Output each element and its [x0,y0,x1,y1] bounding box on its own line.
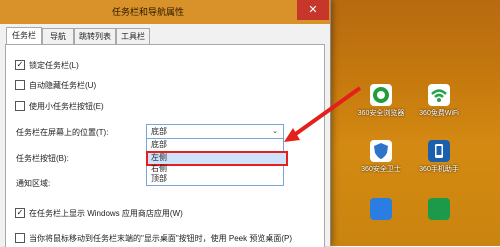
peek-checkbox[interactable] [15,233,25,243]
position-options-list: 底部 左侧 右侧 顶部 [146,138,288,186]
tab-toolbars[interactable]: 工具栏 [116,28,150,44]
tab-navigation[interactable]: 导航 [42,28,74,44]
auto-hide-option[interactable]: 自动隐藏任务栏(U) [15,79,96,91]
tab-jump-lists[interactable]: 跳转列表 [74,28,116,44]
close-button[interactable]: ✕ [297,0,329,20]
notification-area-label: 通知区域: [16,179,51,188]
highlighted-option-box [146,151,288,166]
taskbar-properties-dialog: 任务栏和导航属性 ✕ 任务栏 导航 跳转列表 工具栏 ✓ 锁定任务栏(L) 自动… [0,0,331,247]
position-selected-value: 底部 [151,127,167,136]
store-apps-label: 在任务栏上显示 Windows 应用商店应用(W) [29,208,183,218]
desktop-icon-label: 360免费WiFi [419,110,459,117]
desktop-icon-label: 360安全浏览器 [357,110,405,117]
lock-taskbar-label: 锁定任务栏(L) [29,60,79,70]
peek-option[interactable]: 当你将鼠标移动到任务栏末端的"显示桌面"按钮时，使用 Peek 预览桌面(P) [15,232,292,244]
small-buttons-label: 使用小任务栏按钮(E) [29,101,104,111]
option-left[interactable]: 左侧 [151,153,167,163]
small-buttons-checkbox[interactable] [15,101,25,111]
wifi-icon[interactable] [428,84,450,106]
option-right[interactable]: 右侧 [151,164,167,174]
position-label: 任务栏在屏幕上的位置(T): [16,128,109,137]
desktop-icon-label: 360安全卫士 [361,166,401,173]
auto-hide-checkbox[interactable] [15,80,25,90]
desktop-icon-label: 360手机助手 [419,166,459,173]
browser-icon[interactable] [370,84,392,106]
option-top[interactable]: 顶部 [151,174,167,184]
store-apps-checkbox[interactable]: ✓ [15,208,25,218]
chevron-down-icon: ⌄ [272,128,278,135]
app-icon[interactable] [428,198,450,220]
title-bar[interactable]: 任务栏和导航属性 ✕ [0,0,330,24]
lock-taskbar-checkbox[interactable]: ✓ [15,60,25,70]
tab-taskbar[interactable]: 任务栏 [6,27,42,45]
phone-glyph-icon [435,144,443,158]
taskbar-buttons-label: 任务栏按钮(B): [16,154,69,163]
shield-glyph-icon [374,143,388,159]
lock-taskbar-option[interactable]: ✓ 锁定任务栏(L) [15,59,79,71]
window-title: 任务栏和导航属性 [111,7,184,17]
option-bottom[interactable]: 底部 [151,140,167,150]
store-apps-option[interactable]: ✓ 在任务栏上显示 Windows 应用商店应用(W) [15,207,183,219]
phone-icon[interactable] [428,140,450,162]
position-dropdown[interactable]: 底部 ⌄ [146,124,284,139]
wifi-glyph-icon [431,89,447,102]
app-icon[interactable] [370,198,392,220]
peek-label: 当你将鼠标移动到任务栏末端的"显示桌面"按钮时，使用 Peek 预览桌面(P) [29,233,293,243]
shield-icon[interactable] [370,140,392,162]
small-buttons-option[interactable]: 使用小任务栏按钮(E) [15,100,104,112]
auto-hide-label: 自动隐藏任务栏(U) [29,80,97,90]
browser-glyph-icon [373,87,389,103]
